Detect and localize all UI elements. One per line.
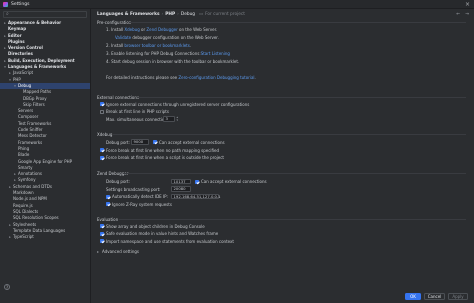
step-text: 3. Enable listening for PHP Debug Connec… <box>106 51 201 56</box>
xdebug-accept-external-checkbox[interactable] <box>153 140 157 144</box>
help-link[interactable]: Zend Debugger <box>146 27 177 32</box>
pre-config-step: Validate debugger configuration on the W… <box>115 35 219 40</box>
cancel-button[interactable]: Cancel <box>424 293 445 300</box>
breadcrumb-separator: › <box>177 11 179 17</box>
settings-search-input[interactable] <box>8 12 79 17</box>
window-title: Settings <box>11 1 30 7</box>
zend-accept-external-label: Can accept external connections <box>201 179 267 184</box>
xdebug-port-input[interactable]: 9000 <box>131 139 149 145</box>
break-first-line-label: Break at first line in PHP scripts <box>106 109 169 114</box>
external-header: External connections <box>97 95 139 100</box>
xdebug-port-label: Debug port: <box>106 139 130 145</box>
settings-content: Pre-configuration 1. Install Xdebug or Z… <box>91 19 474 289</box>
settings-search[interactable]: ⌕ <box>3 11 87 18</box>
section-divider <box>113 134 466 135</box>
pre-config-header: Pre-configuration <box>97 20 132 25</box>
max-connections-spinner-icon[interactable]: ▴ ▾ <box>177 116 179 122</box>
breadcrumb-item[interactable]: PHP <box>165 12 175 17</box>
zend-port-input[interactable]: 10137 <box>171 178 191 184</box>
show-array-children-label: Show array and object children in Debug … <box>106 223 205 229</box>
settings-tree-item[interactable]: ▸ TypeScript <box>0 234 90 240</box>
auto-detect-ip-input[interactable]: 192.168.64.51,127.0.0.1 <box>171 193 221 199</box>
breadcrumb-item: Debug <box>180 11 196 17</box>
close-window-icon[interactable]: × <box>465 1 470 8</box>
safe-evaluation-label: Safe evaluation mode in value hints and … <box>106 231 219 236</box>
help-link[interactable]: Zero-configuration Debugging tutorial <box>178 75 254 80</box>
app-logo-icon <box>3 1 8 7</box>
section-divider <box>137 97 466 98</box>
show-array-children-checkbox[interactable] <box>100 224 104 228</box>
force-break-outside-checkbox[interactable] <box>100 155 104 160</box>
pre-config-step: 4. Start debug session in browser with t… <box>106 59 239 64</box>
max-connections-label: Max. simultaneous connections: <box>106 116 171 122</box>
back-arrow-icon[interactable]: ← <box>456 12 460 17</box>
evaluation-header: Evaluation <box>97 217 119 222</box>
step-text: debugger configuration on the Web Server… <box>131 35 219 40</box>
auto-detect-ip-checkbox[interactable] <box>106 194 110 199</box>
zend-accept-external-checkbox[interactable] <box>195 179 199 184</box>
step-text: 1. Install <box>106 27 125 32</box>
pre-config-step: 1. Install Xdebug or Zend Debugger on th… <box>106 27 217 32</box>
broadcast-port-label: Settings broadcasting port: <box>106 186 161 192</box>
ignore-zray-checkbox[interactable] <box>106 202 110 206</box>
step-text: . <box>254 75 256 80</box>
breadcrumb-separator: › <box>161 11 164 17</box>
help-link[interactable]: Xdebug <box>124 27 139 32</box>
advanced-settings-label[interactable]: Advanced settings <box>102 249 139 254</box>
window-titlebar: Settings × <box>0 0 474 9</box>
broadcast-port-input[interactable]: 20080 <box>171 186 191 192</box>
ignore-external-checkbox[interactable] <box>100 102 104 106</box>
settings-main: Languages & Frameworks › PHP › Debug ▭ F… <box>91 9 474 303</box>
breadcrumb-item[interactable]: Languages & Frameworks <box>97 12 160 17</box>
import-namespace-label: Import namespace and use statements from… <box>106 238 234 244</box>
zend-port-label: Debug port: <box>106 179 130 184</box>
step-text: on the Web Server. <box>177 27 218 32</box>
safe-evaluation-checkbox[interactable] <box>100 231 104 236</box>
pre-config-step: 3. Enable listening for PHP Debug Connec… <box>106 51 230 56</box>
project-scope-icon: ▭ <box>199 11 204 17</box>
settings-sidebar: ⌕ ▸ Appearance & Behavior Keymap ▸ Editor Plu… <box>0 9 91 303</box>
help-link[interactable]: Validate <box>115 35 131 40</box>
settings-tree: ▸ Appearance & Behavior Keymap ▸ Editor Plugi… <box>0 20 90 240</box>
xdebug-header: Xdebug <box>97 132 113 137</box>
auto-detect-ip-label: Automatically detect IDE IP: <box>112 194 168 199</box>
max-connections-input[interactable]: 3 <box>163 116 175 122</box>
break-first-line-checkbox[interactable] <box>100 109 104 114</box>
help-link[interactable]: Start Listening <box>201 51 230 56</box>
xdebug-accept-external-label: Can accept external connections <box>159 139 225 145</box>
dialog-footer: OK Cancel Apply <box>91 289 474 303</box>
forward-arrow-icon[interactable]: → <box>465 12 469 17</box>
step-text: 2. Install <box>106 43 125 48</box>
help-icon[interactable]: ? <box>4 284 10 290</box>
section-divider <box>123 173 466 174</box>
settings-tree-item-label: TypeScript <box>13 234 34 240</box>
breadcrumb: Languages & Frameworks › PHP › Debug ▭ F… <box>91 9 474 19</box>
force-break-outside-label: Force break at first line when a script … <box>106 155 224 160</box>
force-break-no-mapping-checkbox[interactable] <box>100 148 104 152</box>
project-scope-label: For current project <box>205 11 245 17</box>
advanced-expand-icon[interactable]: ▸ <box>97 249 99 254</box>
step-text: 4. Start debug session in browser with t… <box>106 59 240 64</box>
section-divider <box>129 22 466 23</box>
import-namespace-checkbox[interactable] <box>100 239 104 243</box>
step-text: . <box>189 43 192 48</box>
ok-button[interactable]: OK <box>405 293 421 300</box>
apply-button[interactable]: Apply <box>448 293 468 300</box>
ignore-external-label: Ignore external connections through unre… <box>106 101 250 107</box>
pre-config-step: For detailed instructions please see Zer… <box>106 75 256 80</box>
pre-config-step: 2. Install browser toolbar or bookmarkle… <box>106 43 191 48</box>
ignore-zray-label: Ignore Z-Ray system requests <box>112 201 172 207</box>
step-text: For detailed instructions please see <box>106 75 179 80</box>
chevron-right-icon[interactable]: ▸ <box>8 234 12 240</box>
force-break-no-mapping-label: Force break at first line when no path m… <box>106 147 220 153</box>
help-link[interactable]: browser toolbar or bookmarklets <box>124 43 189 48</box>
section-divider <box>119 219 466 220</box>
